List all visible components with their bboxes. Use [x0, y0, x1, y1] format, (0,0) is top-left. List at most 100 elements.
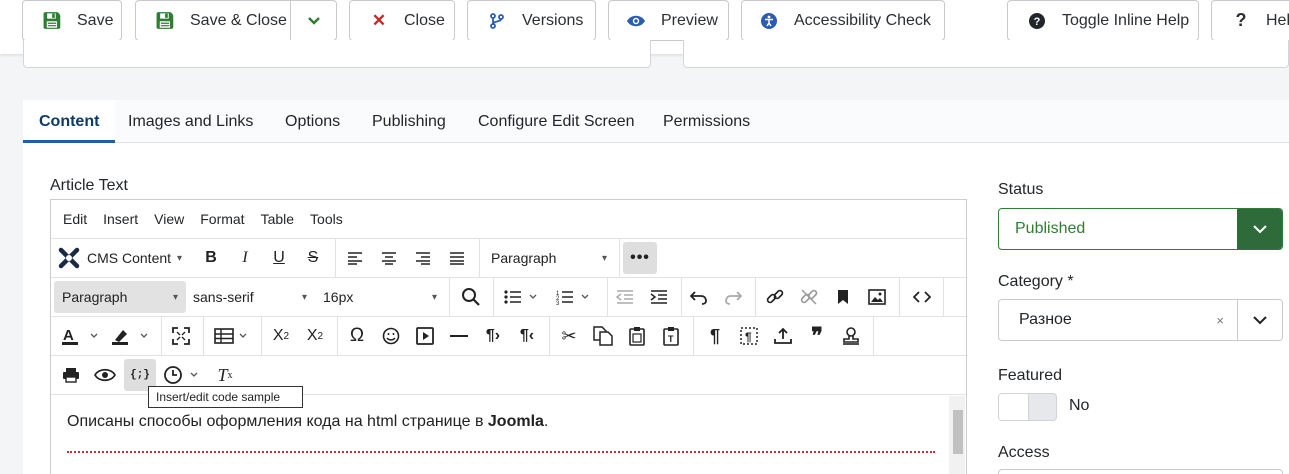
toggle-knob — [999, 394, 1029, 420]
horizontal-line-button[interactable] — [445, 320, 473, 352]
subscript-button[interactable]: X2 — [267, 320, 295, 352]
redo-button[interactable] — [719, 281, 747, 313]
save-close-button[interactable]: 💾︎ Save & Close — [135, 0, 337, 41]
paste-text-button[interactable]: T — [657, 320, 685, 352]
body-text-bold: Joomla — [487, 413, 544, 430]
toggle-inline-help-button[interactable]: ? Toggle Inline Help — [1007, 0, 1199, 41]
print-button[interactable] — [57, 359, 85, 391]
align-center-button[interactable] — [375, 242, 403, 274]
tab-content[interactable]: Content — [23, 100, 116, 143]
more-button[interactable]: ••• — [623, 242, 657, 274]
eye-icon — [625, 14, 647, 28]
paste-button[interactable] — [623, 320, 651, 352]
versions-button[interactable]: Versions — [467, 0, 596, 41]
separator — [261, 317, 262, 355]
highlight-color-button[interactable] — [107, 320, 155, 352]
align-right-button[interactable] — [409, 242, 437, 274]
separator — [873, 317, 874, 355]
separator — [479, 239, 480, 277]
block-format-select[interactable]: Paragraph ▾ — [483, 242, 615, 274]
italic-button[interactable]: I — [231, 242, 259, 274]
source-code-button[interactable] — [907, 281, 937, 313]
question-circle-icon: ? — [1026, 12, 1048, 29]
body-text-suffix: . — [543, 413, 549, 430]
font-size-select[interactable]: 16px ▾ — [315, 281, 445, 313]
indent-button[interactable] — [645, 281, 673, 313]
unlink-button[interactable] — [795, 281, 823, 313]
stamp-button[interactable] — [837, 320, 865, 352]
tab-configure-edit-screen[interactable]: Configure Edit Screen — [478, 100, 635, 143]
underline-button[interactable]: U — [265, 242, 293, 274]
preview-label: Preview — [661, 11, 718, 29]
bullet-list-button[interactable] — [499, 281, 545, 313]
close-icon: ✕ — [371, 10, 387, 30]
visual-chars-button[interactable]: ¶ — [701, 320, 729, 352]
insert-datetime-button[interactable] — [769, 320, 797, 352]
undo-button[interactable] — [685, 281, 713, 313]
editor-body-text[interactable]: Описаны способы оформления кода на html … — [67, 413, 548, 431]
menu-view[interactable]: View — [154, 211, 184, 227]
media-button[interactable] — [411, 320, 439, 352]
menu-table[interactable]: Table — [261, 211, 294, 227]
tab-permissions[interactable]: Permissions — [663, 100, 750, 143]
help-button[interactable]: ? Help — [1211, 0, 1289, 41]
visual-blocks-button[interactable]: ¶ — [735, 320, 763, 352]
text-color-button[interactable]: A — [57, 320, 105, 352]
numbered-list-button[interactable]: 123 — [551, 281, 597, 313]
title-field-partial[interactable] — [23, 40, 651, 68]
justify-button[interactable] — [443, 242, 471, 274]
link-button[interactable] — [761, 281, 789, 313]
svg-text:¶: ¶ — [745, 330, 752, 344]
menu-format[interactable]: Format — [200, 211, 244, 227]
menu-tools[interactable]: Tools — [310, 211, 343, 227]
search-button[interactable] — [455, 281, 487, 313]
cut-button[interactable]: ✂ — [555, 320, 583, 352]
anchor-button[interactable] — [829, 281, 857, 313]
ltr-button[interactable]: ¶› — [479, 320, 507, 352]
tinymce-editor: Edit Insert View Format Table Tools CMS … — [50, 199, 967, 474]
save-icon: 💾︎ — [41, 12, 63, 30]
strikethrough-button[interactable]: S — [299, 242, 327, 274]
access-select[interactable] — [998, 469, 1283, 474]
align-left-button[interactable] — [341, 242, 369, 274]
fullscreen-button[interactable] — [167, 320, 195, 352]
separator — [493, 278, 494, 316]
table-button[interactable] — [209, 320, 255, 352]
font-family-select[interactable]: sans-serif ▾ — [185, 281, 315, 313]
chevron-down-icon — [1237, 300, 1282, 340]
close-button[interactable]: ✕ Close — [349, 0, 455, 41]
blockquote-button[interactable]: ❞ — [803, 320, 831, 352]
cms-content-dropdown[interactable]: CMS Content ▾ — [57, 242, 192, 274]
category-label: Category * — [998, 273, 1074, 290]
special-character-button[interactable]: Ω — [343, 320, 371, 352]
preview-editor-button[interactable] — [91, 359, 119, 391]
paragraph-select[interactable]: Paragraph ▾ — [54, 281, 186, 313]
smiley-icon — [382, 327, 400, 345]
menu-insert[interactable]: Insert — [103, 211, 138, 227]
preview-button[interactable]: Preview — [608, 0, 729, 41]
category-select[interactable]: Разное × — [998, 299, 1283, 341]
featured-toggle[interactable] — [998, 393, 1057, 421]
outdent-button[interactable] — [611, 281, 639, 313]
status-select[interactable]: Published — [998, 208, 1283, 250]
tab-images-and-links[interactable]: Images and Links — [128, 100, 253, 143]
tab-options[interactable]: Options — [285, 100, 340, 143]
clear-icon[interactable]: × — [1216, 313, 1224, 328]
image-button[interactable] — [863, 281, 891, 313]
menu-edit[interactable]: Edit — [63, 211, 87, 227]
editor-scrollbar-thumb[interactable] — [953, 410, 963, 454]
article-text-label: Article Text — [50, 177, 128, 194]
save-button[interactable]: 💾︎ Save — [22, 0, 122, 41]
emoticons-button[interactable] — [377, 320, 405, 352]
chevron-down-icon: ▾ — [177, 252, 183, 264]
alias-field-partial[interactable] — [683, 40, 1289, 68]
superscript-button[interactable]: X2 — [301, 320, 329, 352]
copy-button[interactable] — [589, 320, 617, 352]
rtl-button[interactable]: ¶‹ — [513, 320, 541, 352]
bold-button[interactable]: B — [197, 242, 225, 274]
tab-publishing[interactable]: Publishing — [372, 100, 446, 143]
chevron-down-icon[interactable] — [290, 1, 336, 40]
accessibility-check-button[interactable]: Accessibility Check — [741, 0, 945, 41]
joomla-icon — [58, 247, 80, 269]
chevron-down-icon — [1237, 209, 1282, 249]
